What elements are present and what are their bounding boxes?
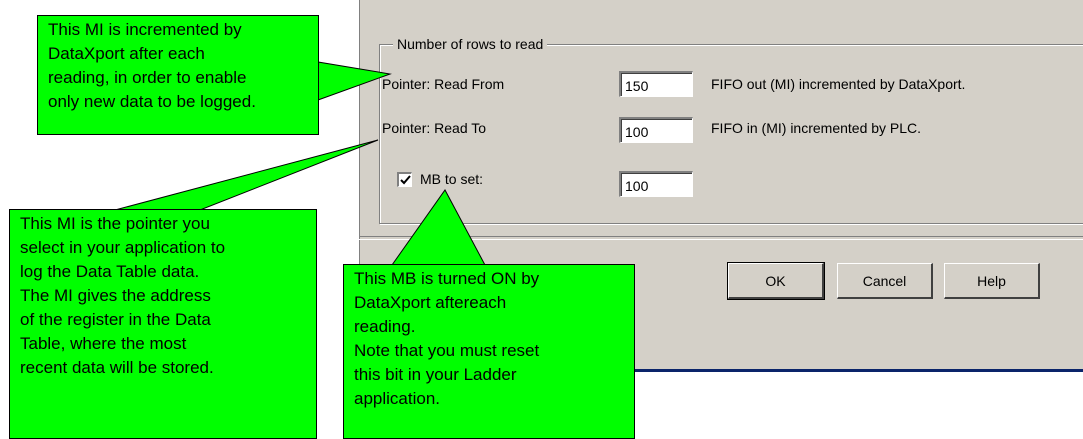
- callout-mb: This MB is turned ON by DataXport aftere…: [343, 264, 635, 439]
- tail-top-left: [317, 61, 392, 101]
- callout-read-to: This MI is the pointer you select in you…: [9, 209, 317, 439]
- tail-bottom-left: [114, 139, 379, 211]
- tail-bottom-center: [391, 189, 486, 266]
- callout-read-from: This MI is incremented by DataXport afte…: [37, 15, 319, 135]
